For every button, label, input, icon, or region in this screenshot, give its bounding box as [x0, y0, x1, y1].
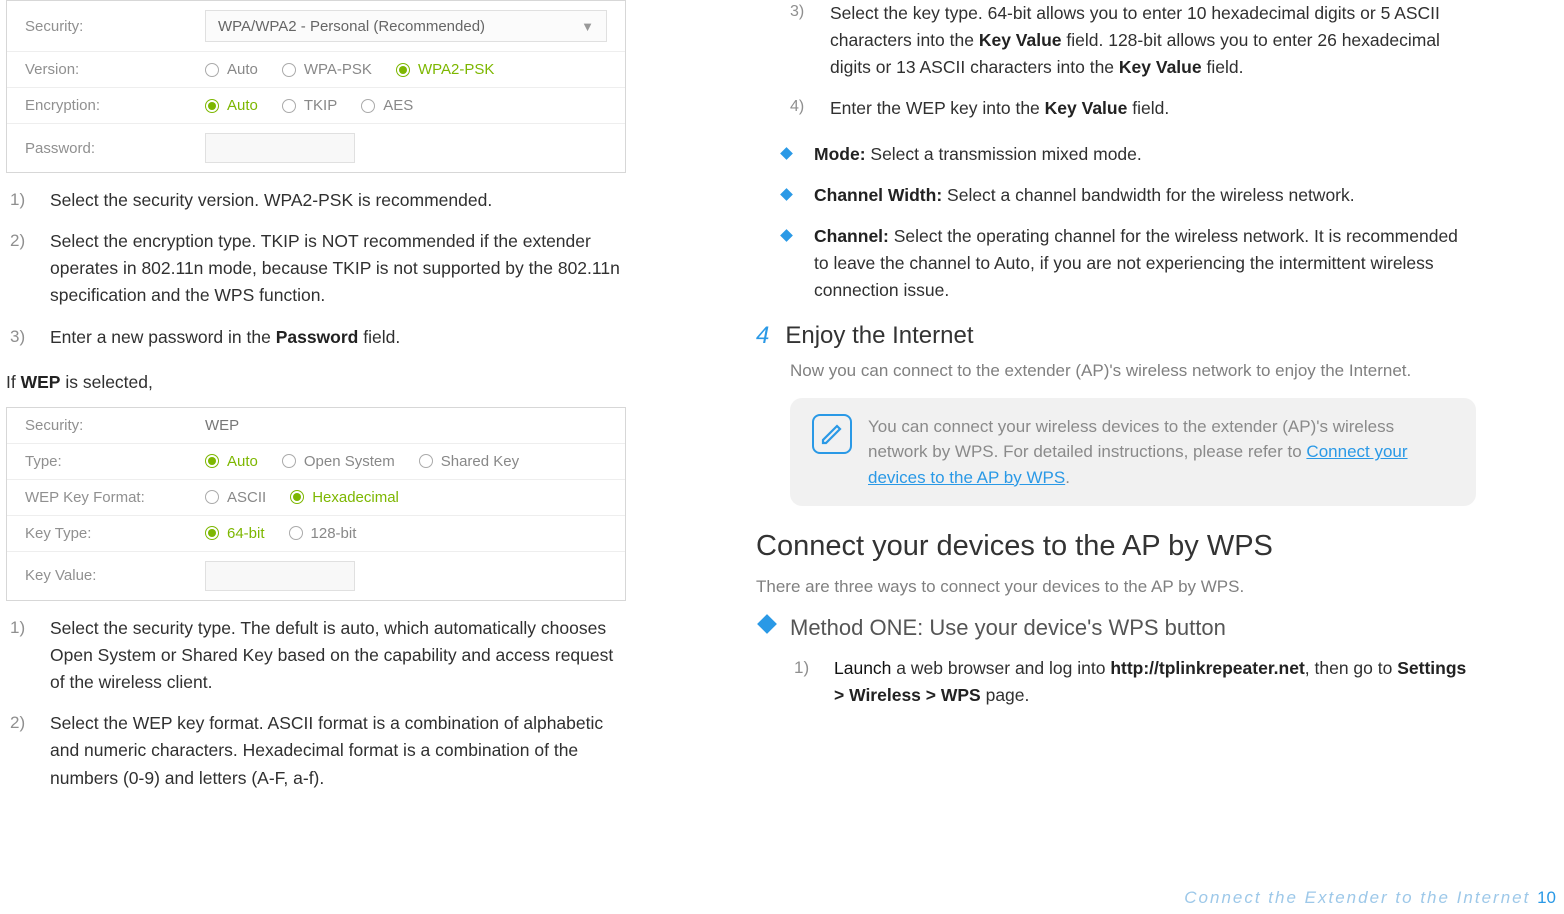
- wpa-step-3: Enter a new password in the Password fie…: [6, 324, 626, 351]
- method-one: Method ONE: Use your device's WPS button…: [756, 611, 1476, 709]
- password-input[interactable]: [205, 133, 355, 163]
- method-one-title: Method ONE: Use your device's WPS button: [790, 615, 1226, 640]
- wps-section-title: Connect your devices to the AP by WPS: [756, 530, 1476, 563]
- step-4-header: 4 Enjoy the Internet: [756, 322, 1476, 350]
- wps-section-intro: There are three ways to connect your dev…: [756, 577, 1476, 597]
- wep-step-3: Select the key type. 64-bit allows you t…: [786, 0, 1476, 81]
- wep-kval-label: Key Value:: [25, 567, 205, 584]
- wep-type-open-radio[interactable]: Open System: [282, 453, 395, 470]
- wep-fmt-label: WEP Key Format:: [25, 489, 205, 506]
- wep-step-2: Select the WEP key format. ASCII format …: [6, 710, 626, 791]
- wpa-step-1: Select the security version. WPA2-PSK is…: [6, 187, 626, 214]
- encryption-row: Encryption: Auto TKIP AES: [7, 88, 625, 124]
- version-label: Version:: [25, 61, 205, 78]
- wep-ktype-128-radio[interactable]: 128-bit: [289, 525, 357, 542]
- note-box: You can connect your wireless devices to…: [790, 398, 1476, 507]
- method-one-steps: Launch a web browser and log into http:/…: [790, 655, 1476, 709]
- security-row: Security: WPA/WPA2 - Personal (Recommend…: [7, 1, 625, 52]
- version-auto-radio[interactable]: Auto: [205, 61, 258, 78]
- step-4-title: Enjoy the Internet: [785, 322, 973, 350]
- encryption-auto-radio[interactable]: Auto: [205, 97, 258, 114]
- option-mode: Mode: Select a transmission mixed mode.: [770, 141, 1476, 168]
- wpa-steps-list: Select the security version. WPA2-PSK is…: [6, 187, 626, 351]
- wpa-step-2: Select the encryption type. TKIP is NOT …: [6, 228, 626, 309]
- wep-ktype-label: Key Type:: [25, 525, 205, 542]
- option-channel-width: Channel Width: Select a channel bandwidt…: [770, 182, 1476, 209]
- wep-security-label: Security:: [25, 417, 205, 434]
- security-label: Security:: [25, 18, 205, 35]
- encryption-tkip-radio[interactable]: TKIP: [282, 97, 337, 114]
- method-one-step-1: Launch a web browser and log into http:/…: [790, 655, 1476, 709]
- wep-ktype-row: Key Type: 64-bit 128-bit: [7, 516, 625, 552]
- security-dropdown[interactable]: WPA/WPA2 - Personal (Recommended) ▼: [205, 10, 607, 42]
- pencil-icon: [812, 414, 852, 454]
- version-wpapsk-radio[interactable]: WPA-PSK: [282, 61, 372, 78]
- wep-step-1: Select the security type. The defult is …: [6, 615, 626, 696]
- wep-kval-row: Key Value:: [7, 552, 625, 600]
- wep-type-auto-radio[interactable]: Auto: [205, 453, 258, 470]
- page-footer: Connect the Extender to the Internet 10: [1184, 888, 1556, 908]
- password-label: Password:: [25, 140, 205, 157]
- wep-step-4: Enter the WEP key into the Key Value fie…: [786, 95, 1476, 122]
- wep-type-row: Type: Auto Open System Shared Key: [7, 444, 625, 480]
- wep-type-shared-radio[interactable]: Shared Key: [419, 453, 519, 470]
- wep-ktype-64-radio[interactable]: 64-bit: [205, 525, 265, 542]
- wep-kval-input[interactable]: [205, 561, 355, 591]
- wep-steps-cont: Select the key type. 64-bit allows you t…: [786, 0, 1476, 123]
- security-value: WPA/WPA2 - Personal (Recommended): [218, 18, 485, 35]
- wep-type-label: Type:: [25, 453, 205, 470]
- wep-fmt-row: WEP Key Format: ASCII Hexadecimal: [7, 480, 625, 516]
- options-list: Mode: Select a transmission mixed mode. …: [770, 141, 1476, 305]
- option-channel: Channel: Select the operating channel fo…: [770, 223, 1476, 304]
- wpa-panel: Security: WPA/WPA2 - Personal (Recommend…: [6, 0, 626, 173]
- chevron-down-icon: ▼: [581, 19, 594, 34]
- encryption-label: Encryption:: [25, 97, 205, 114]
- wep-heading: If WEP is selected,: [6, 369, 626, 395]
- method-list: Method ONE: Use your device's WPS button…: [756, 611, 1476, 709]
- step-4-subtext: Now you can connect to the extender (AP)…: [790, 358, 1476, 384]
- footer-text: Connect the Extender to the Internet: [1184, 888, 1530, 907]
- wep-panel: Security: WEP Type: Auto Open System Sha…: [6, 407, 626, 601]
- wep-security-value[interactable]: WEP: [205, 417, 239, 434]
- wep-fmt-ascii-radio[interactable]: ASCII: [205, 489, 266, 506]
- password-row: Password:: [7, 124, 625, 172]
- version-wpa2psk-radio[interactable]: WPA2-PSK: [396, 61, 494, 78]
- version-row: Version: Auto WPA-PSK WPA2-PSK: [7, 52, 625, 88]
- encryption-aes-radio[interactable]: AES: [361, 97, 413, 114]
- wep-steps-list: Select the security type. The defult is …: [6, 615, 626, 792]
- wep-security-row: Security: WEP: [7, 408, 625, 444]
- step-4-number: 4: [756, 322, 769, 350]
- note-text: You can connect your wireless devices to…: [868, 414, 1454, 491]
- page-number: 10: [1537, 888, 1556, 907]
- wep-fmt-hex-radio[interactable]: Hexadecimal: [290, 489, 399, 506]
